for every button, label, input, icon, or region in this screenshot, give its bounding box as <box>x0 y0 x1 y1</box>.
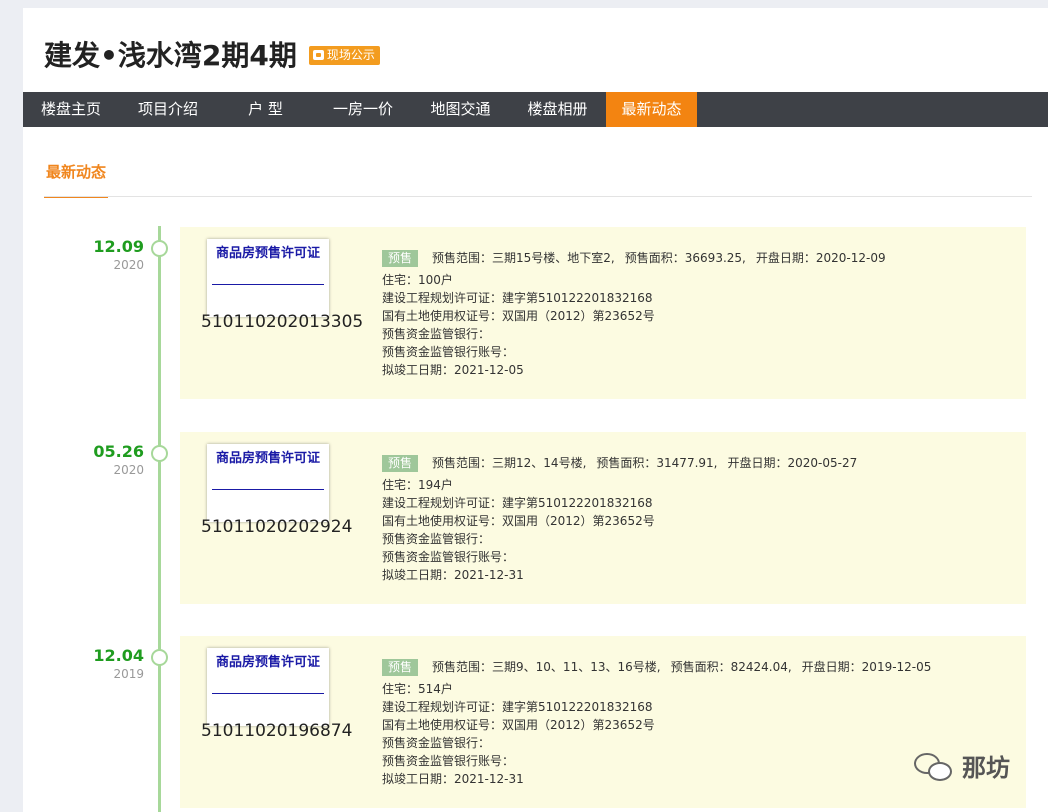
watermark: 那坊 <box>912 748 1010 783</box>
entry-card: 商品房预售许可证 510110202013305 预售 预售范围：三期15号楼、地… <box>180 227 1026 399</box>
range-label: 预售范围： <box>432 251 493 265</box>
open-date-label: 开盘日期： <box>801 660 862 674</box>
completion-date: 拟竣工日期：2021-12-31 <box>382 568 524 582</box>
presale-permit-certificate[interactable]: 商品房预售许可证 <box>207 444 329 522</box>
certificate-number: 51011020196874 <box>201 721 353 741</box>
nav-item-latest-news[interactable]: 最新动态 <box>606 92 697 127</box>
tab-latest-news[interactable]: 最新动态 <box>44 160 108 198</box>
range-value: 三期15号楼、地下室2, <box>492 251 615 265</box>
open-date-label: 开盘日期： <box>755 251 816 265</box>
completion-date: 拟竣工日期：2021-12-05 <box>382 363 524 377</box>
page-title: 建发•浅水湾2期4期 <box>44 39 297 72</box>
entry-year: 2019 <box>113 667 144 681</box>
open-date-label: 开盘日期： <box>727 456 788 470</box>
certificate-number: 510110202013305 <box>201 312 364 332</box>
residence-count: 住宅：100户 <box>382 273 453 287</box>
nav-item-photo-album[interactable]: 楼盘相册 <box>509 92 606 127</box>
nav-item-floor-plans[interactable]: 户 型 <box>217 92 314 127</box>
range-label: 预售范围： <box>432 660 493 674</box>
land-certificate: 国有土地使用权证号：双国用（2012）第23652号 <box>382 514 655 528</box>
supervising-bank: 预售资金监管银行： <box>382 532 491 546</box>
area-label: 预售面积： <box>596 456 657 470</box>
certificate-rule <box>212 489 324 490</box>
certificate-number: 51011020202924 <box>201 517 353 537</box>
range-label: 预售范围： <box>432 456 493 470</box>
entry-year: 2020 <box>113 258 144 272</box>
header: 建发•浅水湾2期4期 现场公示 <box>44 34 380 74</box>
entry-info: 预售 预售范围：三期9、10、11、13、16号楼, 预售面积：82424.04, 开… <box>382 658 931 788</box>
entry-year: 2020 <box>113 463 144 477</box>
presale-tag: 预售 <box>382 659 419 676</box>
watermark-text: 那坊 <box>962 754 1010 782</box>
residence-count: 住宅：194户 <box>382 478 453 492</box>
entry-info: 预售 预售范围：三期12、14号楼, 预售面积：31477.91, 开盘日期：2020… <box>382 454 857 584</box>
planning-permit: 建设工程规划许可证：建字第510122201832168 <box>382 496 653 510</box>
land-certificate: 国有土地使用权证号：双国用（2012）第23652号 <box>382 309 655 323</box>
nav-item-price-list[interactable]: 一房一价 <box>314 92 412 127</box>
open-date-value: 2020-05-27 <box>787 456 858 470</box>
certificate-title: 商品房预售许可证 <box>215 246 320 261</box>
area-value: 82424.04, <box>730 660 792 674</box>
presale-permit-certificate[interactable]: 商品房预售许可证 <box>207 239 329 317</box>
nav-item-home[interactable]: 楼盘主页 <box>23 92 119 127</box>
timeline-dot <box>151 240 168 257</box>
area-label: 预售面积： <box>670 660 731 674</box>
residence-count: 住宅：514户 <box>382 682 453 696</box>
page-container: 建发•浅水湾2期4期 现场公示 楼盘主页 项目介绍 户 型 一房一价 地图交通 … <box>23 8 1048 812</box>
presale-tag: 预售 <box>382 250 419 267</box>
area-value: 31477.91, <box>656 456 718 470</box>
certificate-title: 商品房预售许可证 <box>215 451 320 466</box>
wechat-icon <box>912 751 956 781</box>
timeline-dot <box>151 649 168 666</box>
range-value: 三期9、10、11、13、16号楼, <box>492 660 661 674</box>
nav-item-map-traffic[interactable]: 地图交通 <box>412 92 509 127</box>
section-divider <box>44 196 1032 197</box>
area-label: 预售面积： <box>624 251 685 265</box>
planning-permit: 建设工程规划许可证：建字第510122201832168 <box>382 700 653 714</box>
supervising-bank-account: 预售资金监管银行账号： <box>382 345 515 359</box>
timeline-entry: 12.09 2020 商品房预售许可证 510110202013305 预售 预售… <box>23 227 1048 409</box>
completion-date: 拟竣工日期：2021-12-31 <box>382 772 524 786</box>
supervising-bank-account: 预售资金监管银行账号： <box>382 550 515 564</box>
timeline-dot <box>151 445 168 462</box>
entry-date: 12.09 <box>93 237 144 256</box>
area-value: 36693.25, <box>684 251 746 265</box>
onsite-notice-badge[interactable]: 现场公示 <box>308 45 380 65</box>
certificate-rule <box>212 284 324 285</box>
open-date-value: 2020-12-09 <box>815 251 886 265</box>
certificate-title: 商品房预售许可证 <box>215 655 320 670</box>
range-value: 三期12、14号楼, <box>492 456 587 470</box>
timeline-entry: 05.26 2020 商品房预售许可证 51011020202924 预售 预售范… <box>23 432 1048 614</box>
supervising-bank-account: 预售资金监管银行账号： <box>382 754 515 768</box>
entry-date: 05.26 <box>93 442 144 461</box>
land-certificate: 国有土地使用权证号：双国用（2012）第23652号 <box>382 718 655 732</box>
supervising-bank: 预售资金监管银行： <box>382 736 491 750</box>
notice-icon <box>312 50 324 60</box>
presale-permit-certificate[interactable]: 商品房预售许可证 <box>207 648 329 726</box>
entry-card: 商品房预售许可证 51011020196874 预售 预售范围：三期9、10、11… <box>180 636 1026 808</box>
supervising-bank: 预售资金监管银行： <box>382 327 491 341</box>
entry-card: 商品房预售许可证 51011020202924 预售 预售范围：三期12、14号楼… <box>180 432 1026 604</box>
entry-date: 12.04 <box>93 646 144 665</box>
entry-info: 预售 预售范围：三期15号楼、地下室2, 预售面积：36693.25, 开盘日期：20… <box>382 249 886 379</box>
certificate-rule <box>212 693 324 694</box>
nav-item-project-intro[interactable]: 项目介绍 <box>119 92 217 127</box>
open-date-value: 2019-12-05 <box>861 660 932 674</box>
planning-permit: 建设工程规划许可证：建字第510122201832168 <box>382 291 653 305</box>
main-navbar: 楼盘主页 项目介绍 户 型 一房一价 地图交通 楼盘相册 最新动态 <box>23 92 1048 127</box>
timeline-entry: 12.04 2019 商品房预售许可证 51011020196874 预售 预售范… <box>23 636 1048 812</box>
onsite-notice-label: 现场公示 <box>326 47 375 62</box>
presale-tag: 预售 <box>382 455 419 472</box>
